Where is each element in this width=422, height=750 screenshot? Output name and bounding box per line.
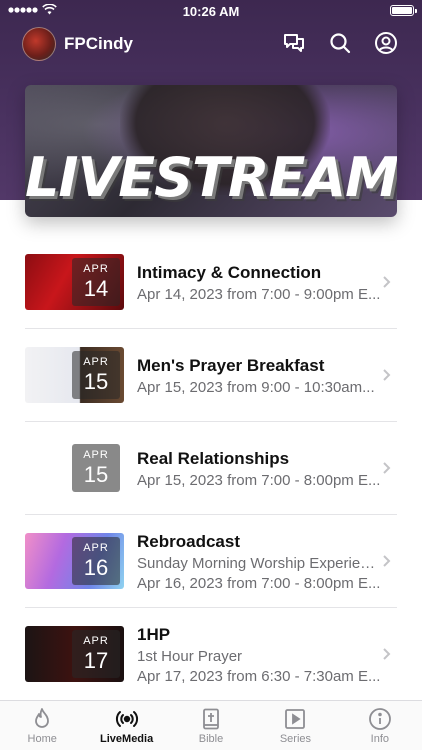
tab-info[interactable]: Info	[338, 701, 422, 750]
event-thumbnail: APR 17	[25, 626, 124, 682]
event-title: Intimacy & Connection	[137, 263, 322, 282]
search-icon[interactable]	[328, 31, 352, 55]
tab-livemedia[interactable]: LiveMedia	[84, 701, 168, 750]
event-row[interactable]: APR 16 Rebroadcast Sunday Morning Worshi…	[0, 515, 422, 608]
event-title: Rebroadcast	[137, 532, 240, 551]
date-month: APR	[83, 263, 109, 275]
bible-icon	[203, 708, 219, 730]
event-thumbnail: APR 16	[25, 533, 124, 589]
play-icon	[285, 709, 306, 729]
date-day: 15	[83, 369, 109, 394]
tab-series[interactable]: Series	[253, 701, 337, 750]
event-thumbnail: APR 15	[25, 347, 124, 403]
event-title: 1HP	[137, 625, 171, 644]
broadcast-icon	[115, 711, 138, 727]
nav-actions	[282, 31, 398, 55]
event-thumbnail: APR 14	[25, 254, 124, 310]
status-bar: 10:26 AM	[0, 0, 422, 22]
flame-icon	[35, 708, 50, 728]
chevron-right-icon	[383, 369, 391, 381]
tab-bible[interactable]: Bible	[169, 701, 253, 750]
info-icon	[368, 708, 391, 730]
date-day: 15	[83, 462, 109, 487]
date-month: APR	[83, 542, 109, 554]
event-list: APR 14 Intimacy & Connection Apr 14, 202…	[0, 236, 422, 701]
account-icon[interactable]	[374, 31, 398, 55]
battery-icon	[390, 5, 417, 16]
event-title: Men's Prayer Breakfast	[137, 356, 325, 375]
banner-title: LIVESTREAMS	[25, 146, 397, 209]
event-row[interactable]: APR 15 Real Relationships Apr 15, 2023 f…	[0, 422, 422, 515]
chevron-right-icon	[383, 462, 391, 474]
tab-label: Info	[370, 733, 389, 745]
event-subtitle: Sunday Morning Worship Experience	[137, 555, 381, 572]
avatar[interactable]	[22, 27, 56, 61]
date-day: 16	[83, 555, 109, 580]
event-detail: Apr 16, 2023 from 7:00 - 8:00pm E...	[137, 575, 381, 592]
brand-name: FPCindy	[64, 34, 133, 53]
tab-home[interactable]: Home	[0, 701, 84, 750]
date-day: 14	[83, 276, 109, 301]
date-badge: APR 17	[72, 630, 120, 678]
event-row[interactable]: APR 15 Men's Prayer Breakfast Apr 15, 20…	[0, 329, 422, 422]
event-detail: Apr 17, 2023 from 6:30 - 7:30am E...	[137, 668, 381, 685]
tab-label: Series	[279, 733, 312, 745]
date-badge: APR 15	[72, 444, 120, 492]
event-row[interactable]: APR 14 Intimacy & Connection Apr 14, 202…	[0, 236, 422, 329]
status-time: 10:26 AM	[182, 4, 240, 19]
date-badge: APR 14	[72, 258, 120, 306]
event-detail: Apr 15, 2023 from 9:00 - 10:30am...	[137, 379, 375, 396]
date-month: APR	[83, 449, 109, 461]
chat-icon[interactable]	[282, 31, 306, 55]
date-day: 17	[83, 648, 109, 673]
tab-label: Bible	[198, 733, 224, 745]
chevron-right-icon	[383, 555, 391, 567]
top-navbar: FPCindy	[0, 24, 422, 64]
date-badge: APR 16	[72, 537, 120, 585]
event-row[interactable]: APR 17 1HP 1st Hour Prayer Apr 17, 2023 …	[0, 608, 422, 701]
chevron-right-icon	[383, 276, 391, 288]
date-month: APR	[83, 356, 109, 368]
livestreams-banner: LIVESTREAMS	[25, 85, 397, 217]
event-thumbnail: APR 15	[25, 440, 124, 496]
event-detail: Apr 14, 2023 from 7:00 - 9:00pm E...	[137, 286, 381, 303]
tab-label: Home	[27, 733, 57, 745]
event-subtitle: 1st Hour Prayer	[137, 648, 243, 665]
event-detail: Apr 15, 2023 from 7:00 - 8:00pm E...	[137, 472, 381, 489]
date-month: APR	[83, 635, 109, 647]
chevron-right-icon	[383, 648, 391, 660]
event-title: Real Relationships	[137, 449, 290, 468]
tab-label: LiveMedia	[100, 733, 154, 745]
date-badge: APR 15	[72, 351, 120, 399]
bottom-tab-bar: Home LiveMedia Bible Series Info	[0, 700, 422, 750]
